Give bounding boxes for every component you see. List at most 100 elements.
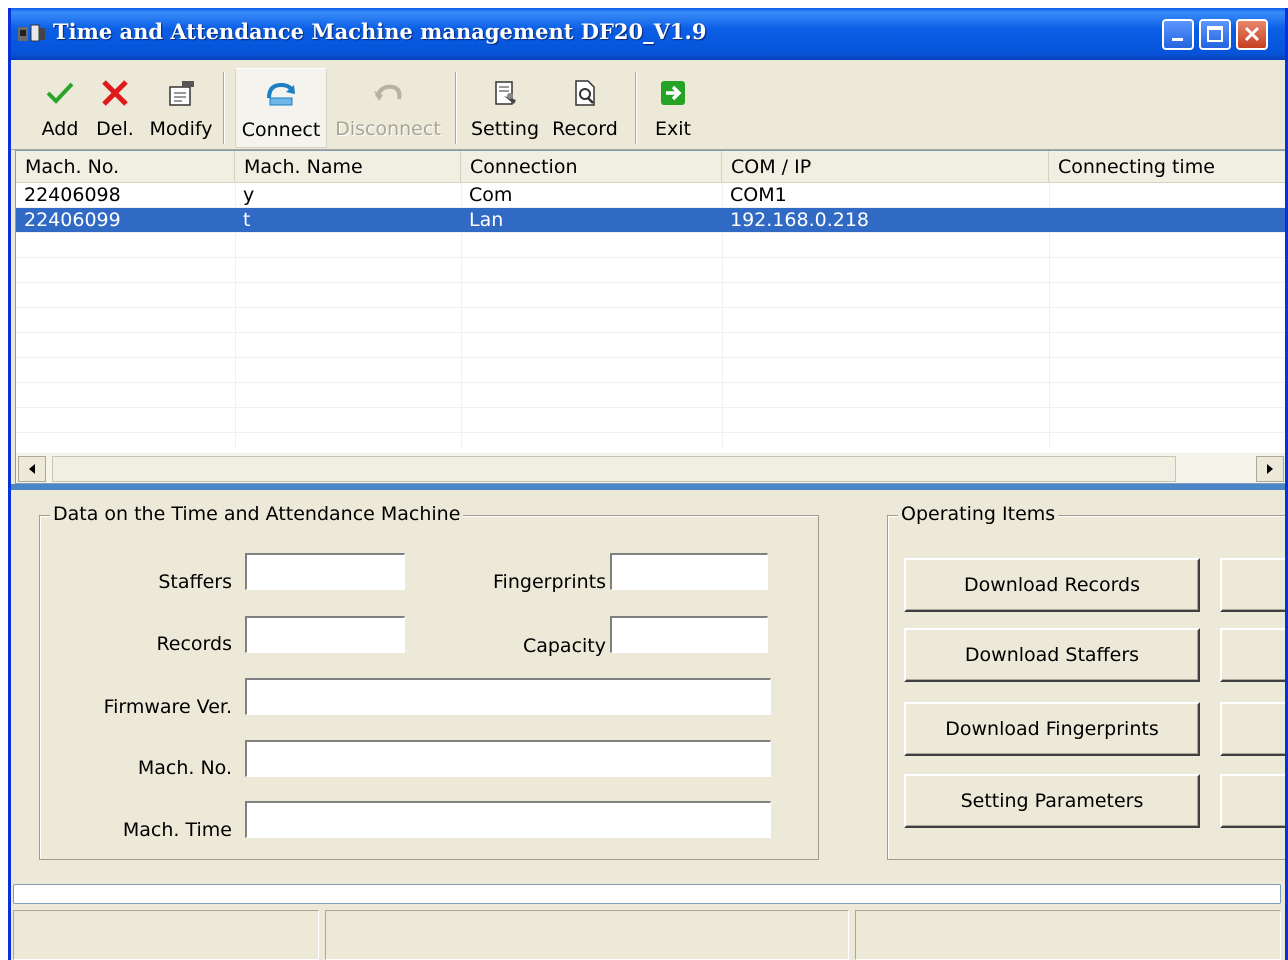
column-header-mach-no[interactable]: Mach. No. [16,151,235,183]
minimize-icon [1172,38,1183,41]
operating-items-group-title: Operating Items [898,503,1059,525]
splitter-bar[interactable] [11,484,1285,490]
maximize-button[interactable] [1199,19,1231,50]
scroll-right-button[interactable] [1256,456,1284,482]
check-icon [46,82,74,104]
maximize-icon [1207,26,1223,42]
status-panel-1 [13,910,319,960]
record-button[interactable]: Record [551,68,619,148]
main-window: Time and Attendance Machine management D… [8,8,1288,960]
side-button[interactable] [1220,628,1285,682]
cell-com-ip: 192.168.0.218 [730,209,870,231]
empty-row [16,333,1285,358]
toolbar-separator [635,72,637,144]
empty-row [16,308,1285,333]
minimize-button[interactable] [1162,19,1194,50]
empty-row [16,283,1285,308]
disconnect-icon [374,84,402,101]
capacity-label: Capacity [522,635,606,657]
staffers-field[interactable] [245,553,405,590]
modify-button[interactable]: Modify [149,68,213,148]
arrow-left-icon [29,464,35,474]
exit-button[interactable]: Exit [655,68,691,148]
window-title: Time and Attendance Machine management D… [53,19,707,44]
table-row[interactable]: 22406098 y Com COM1 [16,183,1285,208]
firmware-field[interactable] [245,678,771,715]
records-field[interactable] [245,616,405,653]
mach-no-field[interactable] [245,740,771,777]
mach-time-field[interactable] [245,801,771,838]
machine-data-group: Data on the Time and Attendance Machine … [39,503,819,860]
operating-items-group: Operating Items Download Records Downloa… [887,503,1285,860]
capacity-field[interactable] [610,616,768,653]
column-header-com-ip[interactable]: COM / IP [722,151,1049,183]
column-header-connecting-time[interactable]: Connecting time [1049,151,1285,183]
status-bar [11,910,1285,960]
download-fingerprints-button[interactable]: Download Fingerprints [904,702,1200,756]
table-row-selected[interactable]: 22406099 t Lan 192.168.0.218 [16,208,1285,233]
delete-x-icon [102,80,128,106]
modify-label: Modify [149,118,213,140]
list-header: Mach. No. Mach. Name Connection COM / IP… [16,151,1285,183]
list-body: 22406098 y Com COM1 22406099 t Lan 192.1… [16,183,1285,449]
cell-mach-name: t [243,209,251,231]
toolbar: Add Del. Modify Connect Disconnect Setti… [11,60,1285,150]
setting-parameters-button[interactable]: Setting Parameters [904,774,1200,828]
records-label: Records [156,633,232,655]
machine-list[interactable]: Mach. No. Mach. Name Connection COM / IP… [15,150,1285,484]
cell-com-ip: COM1 [730,184,787,206]
cell-mach-no: 22406099 [24,209,121,231]
exit-label: Exit [655,118,691,140]
scroll-left-button[interactable] [18,456,46,482]
setting-button[interactable]: Setting [470,68,540,148]
disconnect-label: Disconnect [335,118,441,140]
connect-icon [267,82,295,106]
setting-icon [495,81,516,105]
progress-bar [13,884,1281,904]
properties-icon [169,81,194,106]
add-button[interactable]: Add [37,68,83,148]
connect-button[interactable]: Connect [235,68,327,148]
empty-row [16,383,1285,408]
close-button[interactable] [1236,19,1268,50]
delete-button[interactable]: Del. [95,68,135,148]
empty-row [16,233,1285,258]
title-bar[interactable]: Time and Attendance Machine management D… [11,8,1285,60]
cell-connection: Com [469,184,513,206]
disconnect-button[interactable]: Disconnect [335,68,441,148]
toolbar-separator [223,72,225,144]
status-panel-2 [325,910,849,960]
empty-row [16,358,1285,383]
add-label: Add [41,118,79,140]
cell-mach-name: y [243,184,255,206]
del-label: Del. [96,118,134,140]
record-preview-icon [575,80,595,106]
horizontal-scrollbar[interactable] [16,453,1285,483]
fingerprints-field[interactable] [610,553,768,590]
column-header-connection[interactable]: Connection [461,151,722,183]
side-button[interactable] [1220,774,1285,828]
app-icon [18,24,45,42]
mach-no-label: Mach. No. [137,757,232,779]
close-icon [1244,26,1260,42]
arrow-right-icon [1267,464,1273,474]
connect-label: Connect [241,119,321,141]
toolbar-separator [455,72,457,144]
download-staffers-button[interactable]: Download Staffers [904,628,1200,682]
status-panel-3 [855,910,1281,960]
exit-arrow-icon [661,81,685,105]
cell-connection: Lan [469,209,504,231]
side-button[interactable] [1220,702,1285,756]
cell-mach-no: 22406098 [24,184,121,206]
mach-time-label: Mach. Time [122,819,232,841]
scrollbar-thumb[interactable] [52,456,1176,482]
side-button[interactable] [1220,558,1285,612]
download-records-button[interactable]: Download Records [904,558,1200,612]
empty-row [16,258,1285,283]
column-header-mach-name[interactable]: Mach. Name [235,151,461,183]
firmware-label: Firmware Ver. [103,696,232,718]
setting-label: Setting [470,118,540,140]
empty-row [16,408,1285,433]
machine-data-group-title: Data on the Time and Attendance Machine [50,503,464,525]
fingerprints-label: Fingerprints [493,571,606,593]
